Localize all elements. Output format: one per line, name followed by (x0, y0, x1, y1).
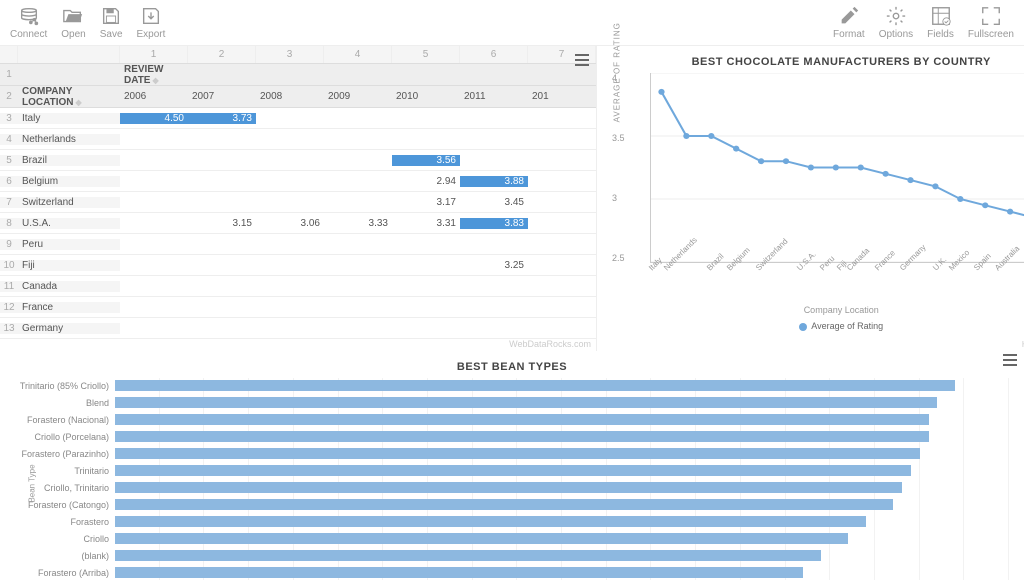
row-label[interactable]: Fiji (18, 260, 120, 271)
bar-row: Forastero (Nacional) (15, 412, 1009, 427)
legend[interactable]: Average of Rating (607, 321, 1024, 331)
bar[interactable] (115, 465, 911, 476)
cell[interactable]: 3.25 (460, 260, 528, 271)
row-label[interactable]: Netherlands (18, 134, 120, 145)
cell[interactable]: 3.45 (460, 197, 528, 208)
pivot-grid[interactable]: 1234567 1REVIEW DATE◆ 2COMPANY LOCATION◆… (0, 46, 597, 351)
hamburger-icon[interactable] (1001, 351, 1019, 369)
bar[interactable] (115, 448, 920, 459)
hamburger-icon[interactable] (573, 51, 591, 69)
table-row: 11Canada (0, 276, 596, 297)
connect-button[interactable]: Connect (10, 5, 47, 40)
fullscreen-icon (980, 5, 1002, 27)
table-row: 9Peru (0, 234, 596, 255)
fields-icon (930, 5, 952, 27)
cell[interactable]: 3.88 (460, 176, 528, 187)
bar-row: Criollo (Porcelana) (15, 429, 1009, 444)
bar-row: Forastero (15, 514, 1009, 529)
table-row: 13Germany (0, 318, 596, 339)
fields-button[interactable]: Fields (927, 5, 954, 40)
line-chart-panel: BEST CHOCOLATE MANUFACTURERS BY COUNTRY … (597, 46, 1024, 351)
row-label[interactable]: Peru (18, 239, 120, 250)
bar-row: Forastero (Catongo) (15, 497, 1009, 512)
bar[interactable] (115, 567, 803, 578)
bar[interactable] (115, 550, 821, 561)
table-row: 3Italy4.503.73 (0, 108, 596, 129)
table-row: 10Fiji3.25 (0, 255, 596, 276)
cell[interactable]: 3.83 (460, 218, 528, 229)
options-icon (885, 5, 907, 27)
table-row: 7Switzerland3.173.45 (0, 192, 596, 213)
bar[interactable] (115, 516, 866, 527)
table-row: 8U.S.A.3.153.063.333.313.83 (0, 213, 596, 234)
row-label[interactable]: France (18, 302, 120, 313)
row-label[interactable]: Canada (18, 281, 120, 292)
bar[interactable] (115, 380, 955, 391)
bar-chart-panel: BEST BEAN TYPES Bean Type Trinitario (85… (0, 351, 1024, 587)
review-date-header[interactable]: REVIEW DATE◆ (120, 64, 188, 86)
save-button[interactable]: Save (100, 5, 123, 40)
bar[interactable] (115, 499, 893, 510)
row-label[interactable]: Germany (18, 323, 120, 334)
row-label[interactable]: Switzerland (18, 197, 120, 208)
format-icon (838, 5, 860, 27)
table-row: 5Brazil3.56 (0, 150, 596, 171)
bar[interactable] (115, 482, 902, 493)
bar-row: Blend (15, 395, 1009, 410)
bar-row: Forastero (Arriba) (15, 565, 1009, 580)
bar-row: Forastero (Parazinho) (15, 446, 1009, 461)
year-header[interactable]: 2009 (324, 91, 392, 102)
cell[interactable]: 2.94 (392, 176, 460, 187)
year-header[interactable]: 2011 (460, 91, 528, 102)
cell[interactable]: 3.15 (188, 218, 256, 229)
bar[interactable] (115, 533, 848, 544)
cell[interactable]: 3.73 (188, 113, 256, 124)
bar[interactable] (115, 431, 929, 442)
chart-title: BEST BEAN TYPES (15, 361, 1009, 373)
cell[interactable]: 3.06 (256, 218, 324, 229)
cell[interactable]: 4.50 (120, 113, 188, 124)
cell[interactable]: 3.17 (392, 197, 460, 208)
year-header[interactable]: 2010 (392, 91, 460, 102)
bar-row: Criollo (15, 531, 1009, 546)
watermark: WebDataRocks.com (509, 339, 591, 349)
connect-icon (18, 5, 40, 27)
fullscreen-button[interactable]: Fullscreen (968, 5, 1014, 40)
cell[interactable]: 3.33 (324, 218, 392, 229)
table-row: 4Netherlands (0, 129, 596, 150)
table-row: 6Belgium2.943.88 (0, 171, 596, 192)
cell[interactable]: 3.31 (392, 218, 460, 229)
open-button[interactable]: Open (61, 5, 85, 40)
year-header[interactable]: 201 (528, 91, 596, 102)
export-button[interactable]: Export (137, 5, 166, 40)
year-header[interactable]: 2006 (120, 91, 188, 102)
export-icon (140, 5, 162, 27)
save-icon (100, 5, 122, 27)
bar-row: (blank) (15, 548, 1009, 563)
bar[interactable] (115, 414, 929, 425)
bar-row: Trinitario (15, 463, 1009, 478)
row-label[interactable]: Italy (18, 113, 120, 124)
year-header[interactable]: 2007 (188, 91, 256, 102)
options-button[interactable]: Options (879, 5, 913, 40)
bar[interactable] (115, 397, 937, 408)
row-label[interactable]: Belgium (18, 176, 120, 187)
chart-title: BEST CHOCOLATE MANUFACTURERS BY COUNTRY (607, 56, 1024, 68)
format-button[interactable]: Format (833, 5, 865, 40)
year-header[interactable]: 2008 (256, 91, 324, 102)
cell[interactable]: 3.56 (392, 155, 460, 166)
open-icon (62, 5, 84, 27)
bar-row: Criollo, Trinitario (15, 480, 1009, 495)
toolbar: Connect Open Save Export Format Options Field… (0, 0, 1024, 46)
bar-row: Trinitario (85% Criollo) (15, 378, 1009, 393)
row-label[interactable]: Brazil (18, 155, 120, 166)
row-label[interactable]: U.S.A. (18, 218, 120, 229)
table-row: 12France (0, 297, 596, 318)
company-location-header[interactable]: COMPANY LOCATION◆ (18, 86, 120, 108)
